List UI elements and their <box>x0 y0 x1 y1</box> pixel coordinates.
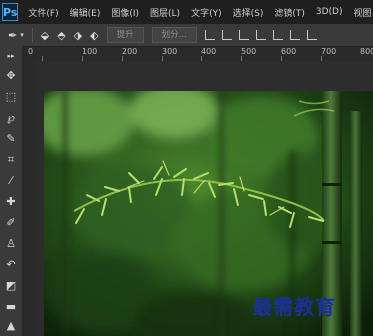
eyedropper-icon[interactable]: ⁄ <box>3 173 19 189</box>
path-operations-icon[interactable]: ⬙ <box>41 29 49 42</box>
chevron-down-icon[interactable]: ▾ <box>20 31 24 39</box>
menu-layer[interactable]: 图层(L) <box>150 6 180 19</box>
path-arrangement-icon[interactable]: ⬗ <box>74 29 82 42</box>
marquee-icon[interactable]: ⬚ <box>3 89 19 105</box>
photoshop-logo: Ps <box>2 3 19 21</box>
vertical-ruler <box>22 61 37 336</box>
align-top-icon[interactable] <box>204 30 215 40</box>
alignment-group <box>204 30 324 40</box>
align-bottom-icon[interactable] <box>238 30 249 40</box>
ruler-label: 800 <box>360 47 373 56</box>
healing-icon[interactable]: ✚ <box>3 194 19 210</box>
menu-image[interactable]: 图像(I) <box>111 6 139 19</box>
stamp-icon[interactable]: ♙ <box>3 236 19 252</box>
ruler-label: 400 <box>201 47 217 56</box>
lasso-icon[interactable]: ℘ <box>3 110 19 126</box>
menu-select[interactable]: 选择(S) <box>233 6 264 19</box>
history-brush-icon[interactable]: ↶ <box>3 257 19 273</box>
watermark-text: 最需教育 <box>252 295 336 319</box>
menu-edit[interactable]: 编辑(E) <box>70 6 101 19</box>
menu-filter[interactable]: 滤镜(T) <box>274 6 305 19</box>
panel-collapse-icon[interactable]: ▸▸ <box>3 48 19 64</box>
menu-file[interactable]: 文件(F) <box>28 6 58 19</box>
brush-icon[interactable]: ✐ <box>3 215 19 231</box>
horizontal-ruler: 0 100 200 300 400 500 600 700 800 <box>22 47 373 62</box>
ruler-label: 0 <box>28 47 34 56</box>
menu-type[interactable]: 文字(Y) <box>191 6 222 19</box>
separator <box>31 28 33 42</box>
ruler-label: 300 <box>162 47 178 56</box>
eraser-icon[interactable]: ◩ <box>3 278 19 294</box>
menu-bar: Ps 文件(F) 编辑(E) 图像(I) 图层(L) 文字(Y) 选择(S) 滤… <box>0 0 373 24</box>
distribute-icon[interactable] <box>306 30 317 40</box>
ruler-label: 600 <box>281 47 297 56</box>
tool-preset-icon[interactable]: ✒ <box>8 29 17 42</box>
ruler-label: 500 <box>241 47 257 56</box>
menu-3d[interactable]: 3D(D) <box>316 7 343 17</box>
path-alignment-icon[interactable]: ⬘ <box>57 29 65 42</box>
align-center-icon[interactable] <box>272 30 283 40</box>
path-combine-icon[interactable]: ⬖ <box>90 29 98 42</box>
ruler-label: 200 <box>122 47 138 56</box>
ruler-label: 700 <box>321 47 337 56</box>
align-middle-icon[interactable] <box>221 30 232 40</box>
crop-icon[interactable]: ⌗ <box>3 152 19 168</box>
divide-button[interactable]: 划分... <box>151 27 197 43</box>
options-bar: ✒ ▾ ⬙ ⬘ ⬗ ⬖ 提升 划分... <box>0 24 373 47</box>
move-icon[interactable]: ✥ <box>3 68 19 84</box>
align-right-icon[interactable] <box>289 30 300 40</box>
ruler-label: 100 <box>82 47 98 56</box>
align-left-icon[interactable] <box>255 30 266 40</box>
menu-view[interactable]: 视图 <box>354 6 372 19</box>
tools-panel: ▸▸ ✥ ⬚ ℘ ✎ ⌗ ⁄ ✚ ✐ ♙ ↶ ◩ ▬ ▲ <box>0 46 23 336</box>
blur-icon[interactable]: ▲ <box>3 318 19 334</box>
raise-button[interactable]: 提升 <box>106 27 144 43</box>
quick-select-icon[interactable]: ✎ <box>3 131 19 147</box>
gradient-icon[interactable]: ▬ <box>3 299 19 315</box>
